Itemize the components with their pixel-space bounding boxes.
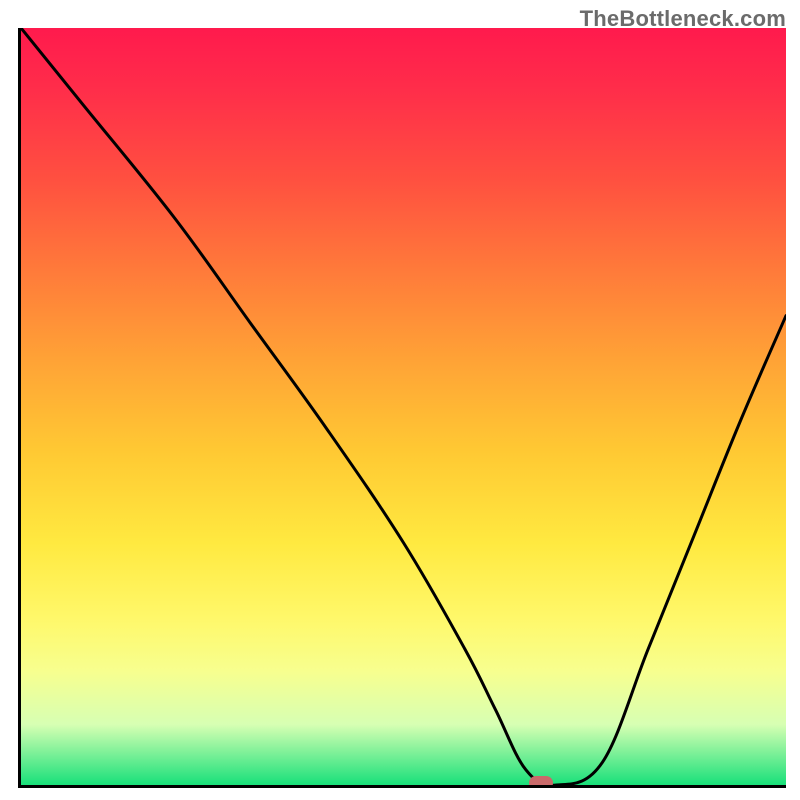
chart-container: TheBottleneck.com [0, 0, 800, 800]
curve-path [21, 28, 786, 785]
optimal-marker [529, 776, 553, 788]
bottleneck-curve [21, 28, 786, 785]
plot-area [18, 28, 786, 788]
